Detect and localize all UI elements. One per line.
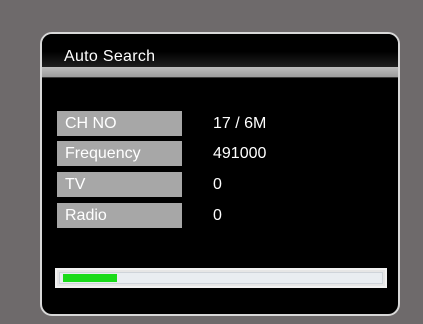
field-value-radio: 0 xyxy=(213,207,222,224)
field-label-radio: Radio xyxy=(57,203,182,228)
field-value-frequency: 491000 xyxy=(213,145,267,162)
field-row-tv: TV 0 xyxy=(57,172,387,198)
dialog-header: Auto Search xyxy=(42,34,398,78)
auto-search-dialog: Auto Search CH NO 17 / 6M Frequency 4910… xyxy=(40,32,400,316)
field-label-ch-no: CH NO xyxy=(57,111,182,136)
field-label-tv: TV xyxy=(57,172,182,197)
field-row-radio: Radio 0 xyxy=(57,203,387,229)
field-value-ch-no: 17 / 6M xyxy=(213,115,267,132)
field-row-ch-no: CH NO 17 / 6M xyxy=(57,111,387,137)
field-label-frequency: Frequency xyxy=(57,141,182,166)
field-row-frequency: Frequency 491000 xyxy=(57,141,387,167)
search-progress-bar xyxy=(55,268,387,288)
dialog-title: Auto Search xyxy=(64,48,156,65)
header-divider xyxy=(42,67,398,77)
field-value-tv: 0 xyxy=(213,176,222,193)
progress-bar-fill xyxy=(63,274,117,282)
